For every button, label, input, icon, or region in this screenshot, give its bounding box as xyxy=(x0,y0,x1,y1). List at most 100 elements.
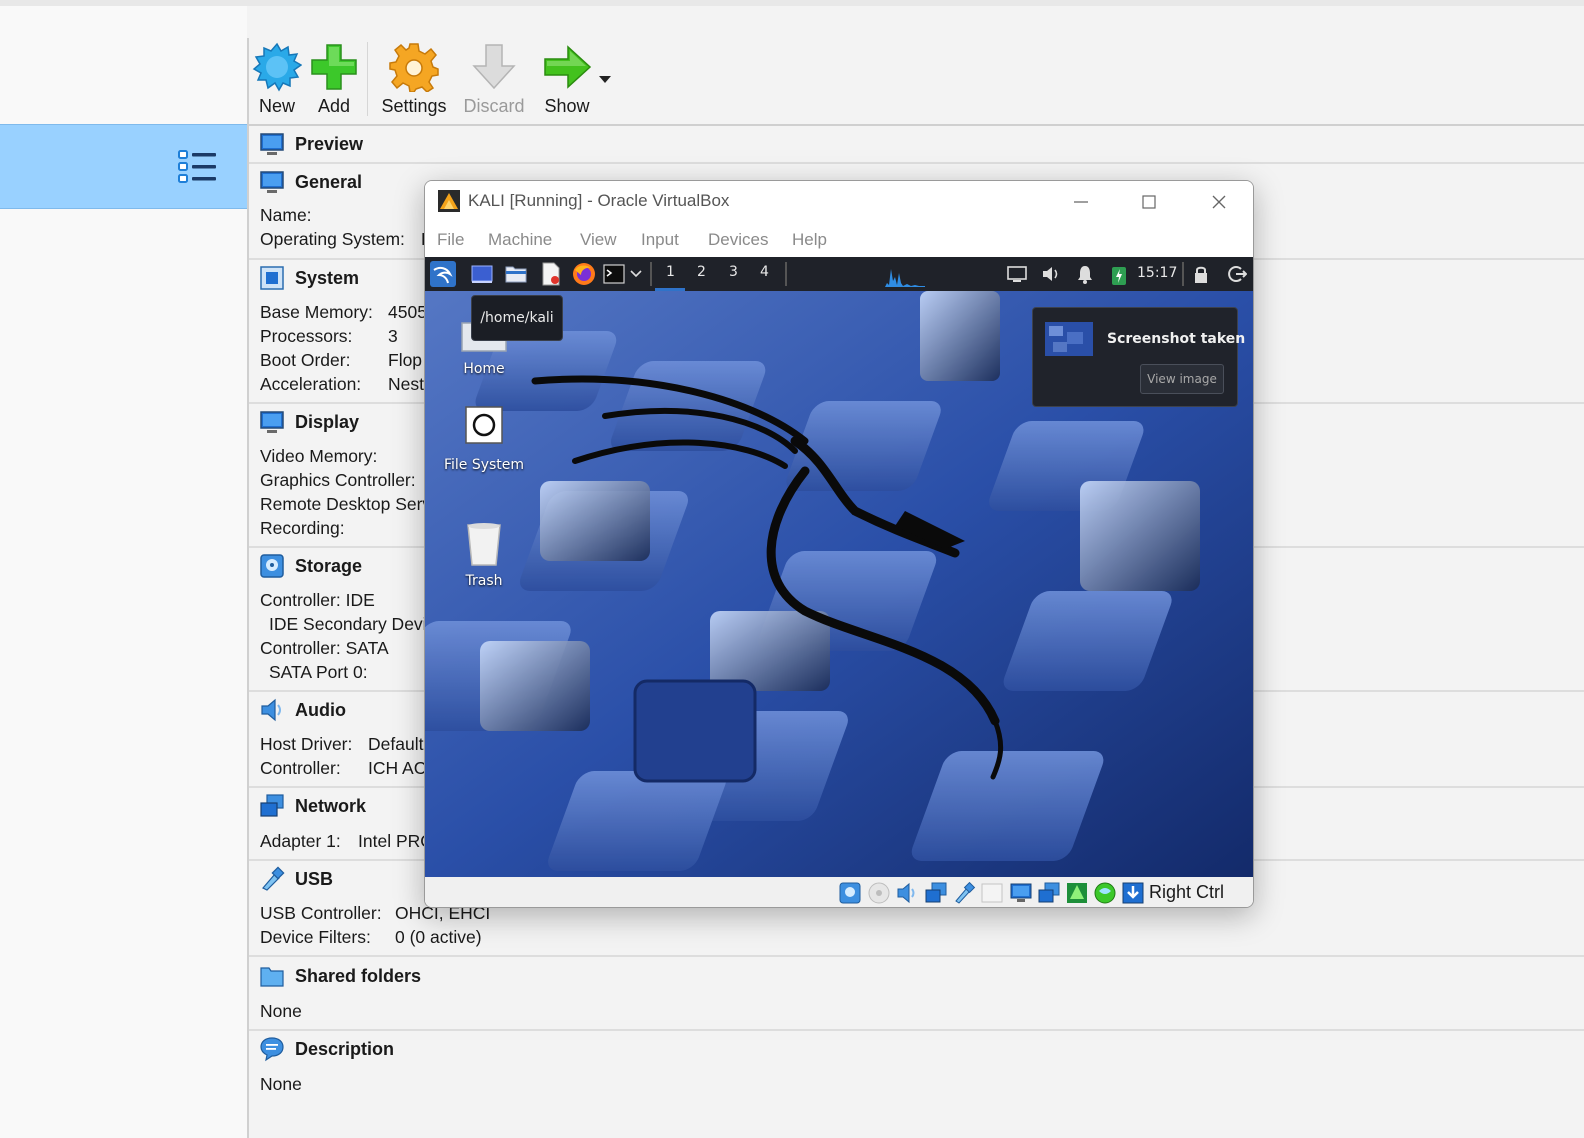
terminal-icon[interactable] xyxy=(603,263,625,285)
monitor-icon xyxy=(260,411,284,433)
section-title: Preview xyxy=(295,133,364,154)
close-button[interactable] xyxy=(1196,187,1242,217)
hard-disk-status-icon[interactable] xyxy=(838,881,862,905)
menu-file[interactable]: File xyxy=(437,230,464,250)
section-network[interactable]: Network xyxy=(259,791,366,821)
close-icon xyxy=(1212,195,1226,209)
maximize-button[interactable] xyxy=(1126,187,1172,217)
text-editor-icon[interactable] xyxy=(540,262,562,286)
show-icon xyxy=(544,45,592,89)
panel-separator xyxy=(785,262,787,286)
workspace-3[interactable]: 3 xyxy=(729,264,738,280)
notification-title: Screenshot taken xyxy=(1107,331,1246,347)
section-storage[interactable]: Storage xyxy=(259,551,362,581)
section-divider xyxy=(249,1029,1584,1031)
section-description[interactable]: Description xyxy=(259,1034,394,1064)
settings-label: Settings xyxy=(381,96,447,116)
section-audio[interactable]: Audio xyxy=(259,695,346,725)
guest-screen[interactable]: 1 2 3 4 15:17 Home File System Trash /ho… xyxy=(425,257,1253,877)
section-divider xyxy=(249,955,1584,957)
monitor-icon xyxy=(260,133,284,155)
screenshot-notification[interactable]: Screenshot taken View image xyxy=(1032,307,1245,407)
volume-icon[interactable] xyxy=(1041,264,1061,284)
power-manager-icon[interactable] xyxy=(1111,264,1127,286)
list-menu-icon[interactable] xyxy=(178,149,218,185)
detail-row: Controller: IDE xyxy=(260,590,375,610)
panel-clock[interactable]: 15:17 xyxy=(1137,265,1177,281)
file-manager-icon[interactable] xyxy=(505,263,527,285)
section-general[interactable]: General xyxy=(259,167,362,197)
recording-status-icon[interactable] xyxy=(1037,881,1061,905)
section-shared-folders[interactable]: Shared folders xyxy=(259,961,421,991)
shared-folders-status-icon[interactable] xyxy=(980,881,1004,905)
mouse-integration-status-icon[interactable] xyxy=(1093,881,1117,905)
section-display[interactable]: Display xyxy=(259,407,359,437)
detail-row: SATA Port 0: xyxy=(269,662,368,682)
tools-item-selected[interactable] xyxy=(0,124,247,209)
discard-button[interactable]: Discard xyxy=(461,42,527,122)
section-title: Display xyxy=(295,411,360,432)
section-title: Storage xyxy=(295,555,363,576)
keyboard-capture-status-icon[interactable] xyxy=(1121,881,1145,905)
kali-menu-icon[interactable] xyxy=(430,261,456,287)
workspace-4[interactable]: 4 xyxy=(760,264,769,280)
show-button[interactable]: Show xyxy=(539,42,595,122)
drive-icon xyxy=(465,406,503,444)
folder-icon xyxy=(260,967,284,987)
logout-icon[interactable] xyxy=(1227,264,1247,284)
menu-devices[interactable]: Devices xyxy=(708,230,768,250)
chevron-down-icon[interactable] xyxy=(630,270,642,278)
vm-titlebar[interactable]: KALI [Running] - Oracle VirtualBox xyxy=(425,181,1253,223)
desktop-icon-trash[interactable]: Trash xyxy=(434,521,534,589)
main-toolbar: New Add Settings Discard Show xyxy=(249,38,1584,125)
detail-row: Operating System:L xyxy=(260,229,431,249)
cpu-graph-icon xyxy=(885,269,925,287)
display-icon[interactable] xyxy=(1007,265,1027,283)
new-label: New xyxy=(258,96,295,116)
add-button[interactable]: Add xyxy=(309,42,359,122)
detail-row: Graphics Controller: xyxy=(260,470,416,490)
show-dropdown-icon[interactable] xyxy=(599,76,611,84)
active-workspace-indicator xyxy=(655,288,685,291)
menu-input[interactable]: Input xyxy=(641,230,679,250)
vm-window[interactable]: KALI [Running] - Oracle VirtualBox File … xyxy=(424,180,1254,908)
section-preview[interactable]: Preview xyxy=(259,129,363,159)
new-button[interactable]: New xyxy=(249,42,305,122)
detail-row: Acceleration: Nest xyxy=(260,374,424,394)
detail-row: Host Driver: Default xyxy=(260,734,424,754)
network-icon xyxy=(260,794,284,817)
show-desktop-icon[interactable] xyxy=(471,263,493,285)
desktop-icon-file-system[interactable]: File System xyxy=(434,405,534,473)
workspace-2[interactable]: 2 xyxy=(697,264,706,280)
display-status-icon[interactable] xyxy=(1009,881,1033,905)
disk-icon xyxy=(260,554,284,578)
section-system[interactable]: System xyxy=(259,263,359,293)
lock-icon[interactable] xyxy=(1193,264,1209,284)
discard-icon xyxy=(472,44,516,90)
menu-help[interactable]: Help xyxy=(792,230,827,250)
cpu-status-icon[interactable] xyxy=(1065,881,1089,905)
settings-button[interactable]: Settings xyxy=(379,42,449,122)
path-tooltip: /home/kali xyxy=(471,295,563,341)
section-title: Audio xyxy=(295,699,346,720)
vm-menubar: File Machine View Input Devices Help xyxy=(425,223,1253,257)
notification-bell-icon[interactable] xyxy=(1076,264,1094,284)
network-status-icon[interactable] xyxy=(924,881,948,905)
add-icon xyxy=(311,44,357,90)
audio-status-icon[interactable] xyxy=(896,881,920,905)
optical-drive-status-icon[interactable] xyxy=(867,881,891,905)
desktop-icon-label: File System xyxy=(443,457,525,473)
menu-view[interactable]: View xyxy=(580,230,617,250)
workspace-1[interactable]: 1 xyxy=(666,264,675,280)
speech-bubble-icon xyxy=(260,1037,284,1062)
new-icon xyxy=(252,42,302,92)
section-usb[interactable]: USB xyxy=(259,864,333,894)
menu-machine[interactable]: Machine xyxy=(488,230,552,250)
view-image-button[interactable]: View image xyxy=(1140,364,1224,394)
detail-row: IDE Secondary Devic xyxy=(269,614,436,634)
firefox-icon[interactable] xyxy=(572,262,596,286)
toolbar-divider xyxy=(367,42,368,116)
usb-status-icon[interactable] xyxy=(952,881,976,905)
minimize-button[interactable] xyxy=(1058,187,1104,217)
usb-icon xyxy=(262,866,285,891)
